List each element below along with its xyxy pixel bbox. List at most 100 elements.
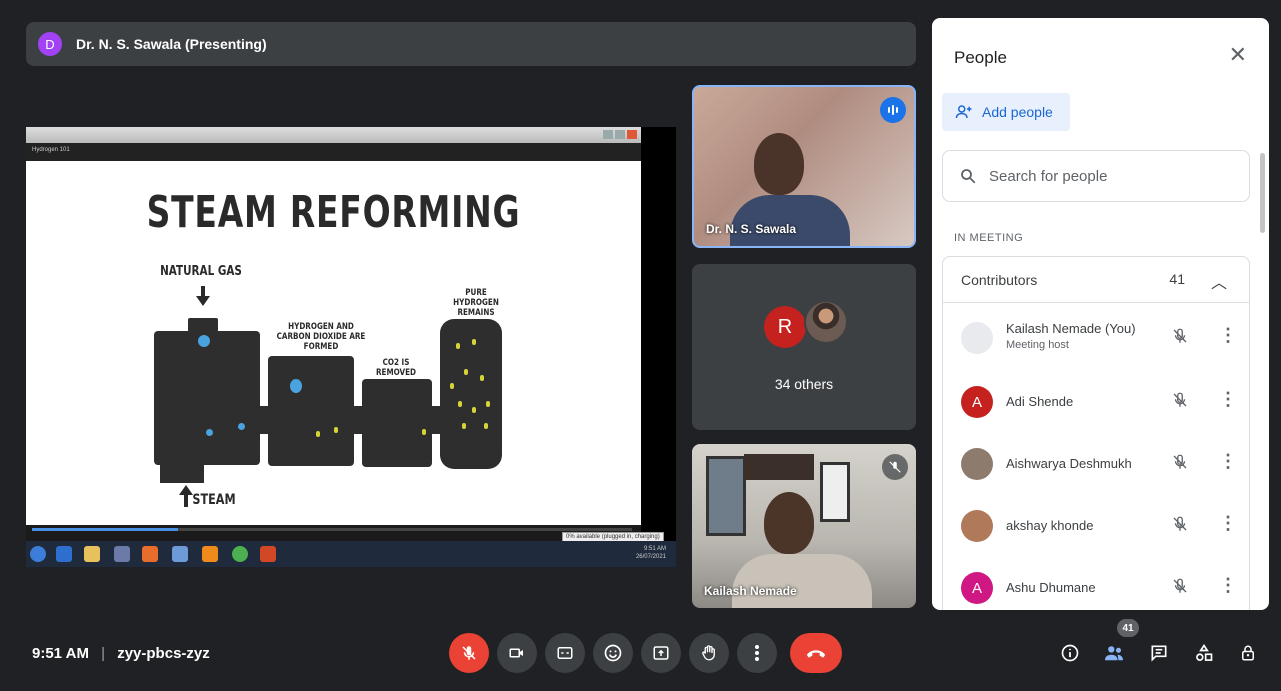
close-icon[interactable]: ✕ <box>1229 44 1247 66</box>
molecule-icon <box>334 427 338 433</box>
hand-icon <box>702 645 715 661</box>
meeting-code: zyy-pbcs-zyz <box>117 645 210 662</box>
tray-time: 9:51 AM <box>643 546 666 552</box>
presenter-bar: D Dr. N. S. Sawala (Presenting) <box>26 22 916 66</box>
people-button[interactable] <box>1102 641 1126 665</box>
powerpoint-icon <box>260 546 276 562</box>
participant-row[interactable]: Aishwarya Deshmukh ⋮ <box>943 433 1249 495</box>
slide: STEAM REFORMING NATURAL GAS HYDROGEN AND… <box>26 161 641 525</box>
more-vert-icon[interactable]: ⋮ <box>1219 451 1237 472</box>
meeting-info: 9:51 AM | zyy-pbcs-zyz <box>32 645 210 662</box>
molecule-icon <box>238 423 245 430</box>
avatar <box>961 322 993 354</box>
participant-row[interactable]: A Ashu Dhumane ⋮ <box>943 557 1249 610</box>
molecule-icon <box>456 343 460 349</box>
molecule-icon <box>480 375 484 381</box>
label-natural-gas: NATURAL GAS <box>160 264 242 279</box>
speaker-tile[interactable]: Dr. N. S. Sawala <box>692 85 916 248</box>
participant-row[interactable]: A Adi Shende ⋮ <box>943 371 1249 433</box>
activities-button[interactable] <box>1192 641 1216 665</box>
mic-off-icon[interactable] <box>1171 577 1189 600</box>
molecule-icon <box>290 379 302 393</box>
muted-icon <box>882 454 908 480</box>
chat-button[interactable] <box>1147 641 1171 665</box>
self-tile[interactable]: Kailash Nemade <box>692 444 916 608</box>
screen-titlebar <box>26 127 641 143</box>
chrome-icon <box>232 546 248 562</box>
participant-row[interactable]: akshay khonde ⋮ <box>943 495 1249 557</box>
player-progress[interactable] <box>32 528 178 531</box>
label-steam: STEAM <box>192 492 236 508</box>
add-people-button[interactable]: Add people <box>942 93 1070 131</box>
avatar: A <box>961 572 993 604</box>
in-meeting-heading: IN MEETING <box>954 232 1024 244</box>
lock-person-icon <box>1242 645 1254 661</box>
contributors-count: 41 <box>1169 271 1185 287</box>
mic-toggle-button[interactable] <box>449 633 489 673</box>
bookshelf <box>744 454 814 480</box>
captions-button[interactable] <box>545 633 585 673</box>
panel-scrollbar[interactable] <box>1260 153 1265 233</box>
steam-inlet <box>160 461 204 483</box>
others-label: 34 others <box>774 376 834 392</box>
present-button[interactable] <box>641 633 681 673</box>
people-count-badge: 41 <box>1117 619 1139 637</box>
more-vert-icon[interactable]: ⋮ <box>1219 389 1237 410</box>
folder-icon <box>84 546 100 562</box>
participant-role: Meeting host <box>1006 339 1069 351</box>
camera-toggle-button[interactable] <box>497 633 537 673</box>
activities-icon <box>1196 643 1213 661</box>
wall-frame <box>820 462 850 522</box>
shift-block <box>268 356 354 466</box>
contributors-header[interactable]: Contributors <box>943 257 1249 303</box>
slide-title: STEAM REFORMING <box>146 187 521 238</box>
self-video <box>732 554 872 608</box>
hangup-icon <box>806 650 826 658</box>
emoji-button[interactable] <box>593 633 633 673</box>
molecule-icon <box>462 423 466 429</box>
more-vert-icon[interactable]: ⋮ <box>1219 325 1237 346</box>
contributors-label: Contributors <box>961 271 1038 288</box>
self-name: Kailash Nemade <box>704 584 797 598</box>
mic-off-icon[interactable] <box>1171 391 1189 414</box>
search-input[interactable]: Search for people <box>942 150 1250 202</box>
avatar <box>961 510 993 542</box>
others-avatar-photo <box>804 300 848 344</box>
window-min-icon <box>603 130 613 139</box>
firefox-icon <box>142 546 158 562</box>
meeting-details-button[interactable] <box>1058 641 1082 665</box>
raise-hand-button[interactable] <box>689 633 729 673</box>
molecule-icon <box>458 401 462 407</box>
captions-icon <box>557 647 573 659</box>
mic-off-icon[interactable] <box>1171 327 1189 350</box>
chevron-up-icon[interactable]: ︿ <box>1211 269 1227 293</box>
arrow-steam <box>184 495 188 507</box>
window-close-icon <box>627 130 637 139</box>
more-options-button[interactable] <box>737 633 777 673</box>
more-vert-icon[interactable]: ⋮ <box>1219 513 1237 534</box>
molecule-icon <box>198 335 210 347</box>
speaker-name: Dr. N. S. Sawala <box>706 222 797 236</box>
molecule-icon <box>486 401 490 407</box>
mic-off-icon[interactable] <box>1171 515 1189 538</box>
co2-block <box>362 379 432 467</box>
reactor-block <box>154 331 260 465</box>
reactor-inlet <box>188 318 218 332</box>
search-placeholder: Search for people <box>989 167 1108 185</box>
others-tile[interactable]: R 34 others <box>692 264 916 430</box>
speaking-indicator-icon <box>880 97 906 123</box>
host-controls-button[interactable] <box>1236 641 1260 665</box>
mic-off-icon <box>462 646 476 660</box>
leave-call-button[interactable] <box>790 633 842 673</box>
more-vert-icon[interactable]: ⋮ <box>1219 575 1237 596</box>
avatar <box>961 448 993 480</box>
search-icon <box>961 169 976 184</box>
chat-icon <box>1151 645 1167 662</box>
shared-screen[interactable]: Hydrogen 101 STEAM REFORMING NATURAL GAS… <box>26 127 676 567</box>
presenter-label: Dr. N. S. Sawala (Presenting) <box>76 36 267 52</box>
participant-row[interactable]: Kailash Nemade (You) Meeting host ⋮ <box>943 307 1249 369</box>
more-vert-icon <box>755 645 759 661</box>
molecule-icon <box>484 423 488 429</box>
arrow-natural-gas <box>201 286 205 296</box>
mic-off-icon[interactable] <box>1171 453 1189 476</box>
